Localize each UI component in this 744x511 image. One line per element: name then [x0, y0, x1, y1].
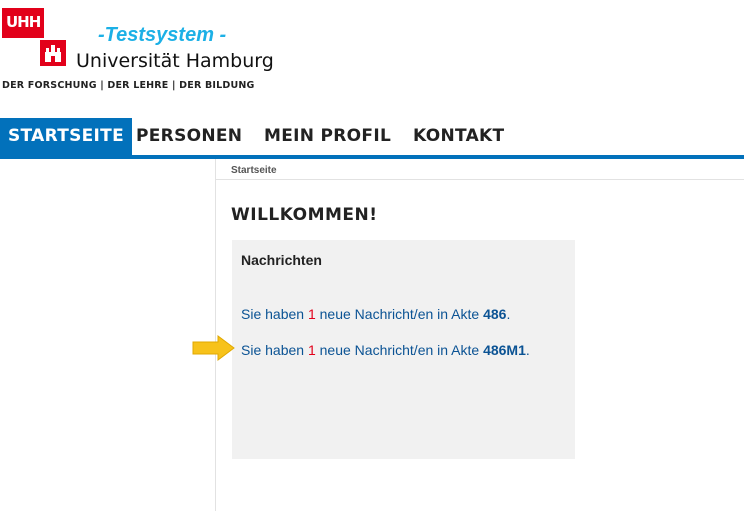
message-suffix: . — [525, 342, 530, 358]
main-content: Startseite WILLKOMMEN! Nachrichten Sie h… — [215, 159, 744, 511]
breadcrumb-bar: Startseite — [216, 159, 744, 180]
message-item: Sie haben 1 neue Nachricht/en in Akte 48… — [241, 342, 530, 358]
nav-personen[interactable]: PERSONEN — [136, 118, 242, 155]
testsystem-label: -Testsystem - — [98, 24, 227, 46]
akte-link[interactable]: 486 — [483, 306, 506, 322]
hamburg-castle-seal-icon — [40, 40, 66, 66]
university-tagline: DER FORSCHUNG | DER LEHRE | DER BILDUNG — [2, 80, 255, 91]
messages-panel: Nachrichten Sie haben 1 neue Nachricht/e… — [232, 240, 575, 459]
message-item: Sie haben 1 neue Nachricht/en in Akte 48… — [241, 306, 510, 322]
message-prefix: Sie haben — [241, 306, 308, 322]
akte-link[interactable]: 486M1 — [483, 342, 526, 358]
page-title: WILLKOMMEN! — [231, 205, 378, 225]
message-suffix: . — [506, 306, 511, 322]
message-count: 1 — [307, 306, 316, 322]
uhh-logo[interactable]: UHH — [2, 8, 44, 38]
nav-mein-profil[interactable]: MEIN PROFIL — [264, 118, 391, 155]
main-navigation: STARTSEITE PERSONEN MEIN PROFIL KONTAKT — [0, 118, 744, 156]
message-middle: neue Nachricht/en in Akte — [315, 342, 484, 358]
right-arrow-pointer-icon — [192, 335, 236, 361]
message-prefix: Sie haben — [241, 342, 308, 358]
uhh-logo-text: UHH — [6, 13, 41, 31]
message-count: 1 — [307, 342, 316, 358]
breadcrumb[interactable]: Startseite — [231, 165, 277, 176]
university-name: Universität Hamburg — [76, 50, 274, 72]
nav-kontakt[interactable]: KONTAKT — [413, 118, 504, 155]
nav-startseite[interactable]: STARTSEITE — [0, 118, 132, 155]
message-middle: neue Nachricht/en in Akte — [315, 306, 484, 322]
messages-title: Nachrichten — [241, 252, 322, 268]
